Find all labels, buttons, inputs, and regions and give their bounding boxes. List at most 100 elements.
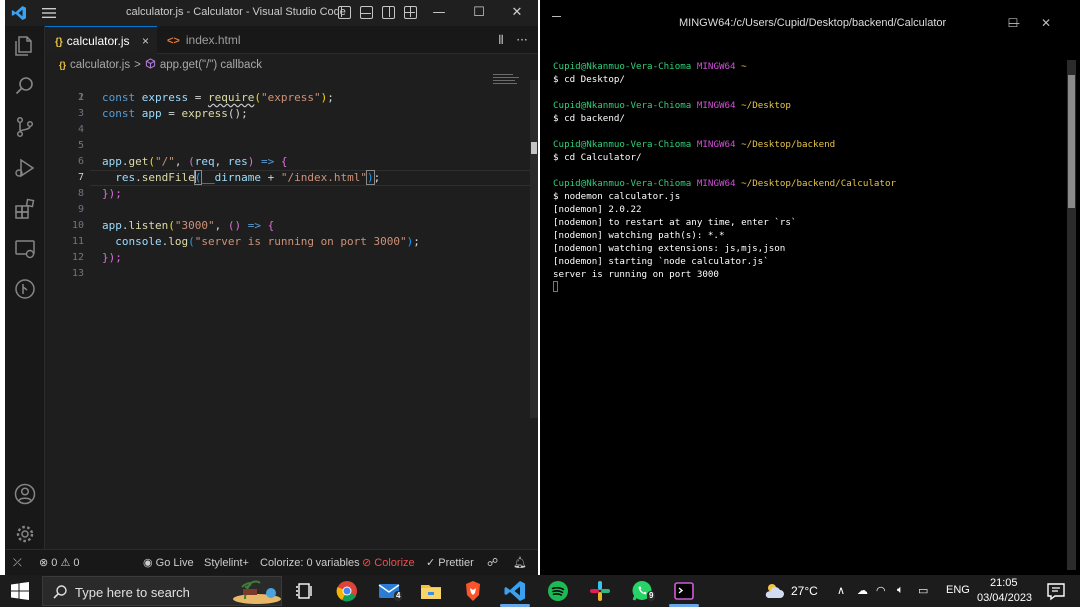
input-line[interactable] (553, 281, 1063, 294)
code-line: 13 (71, 268, 84, 279)
output-line: [nodemon] to restart at any time, enter … (553, 217, 797, 228)
terminal-menu-icon[interactable] (552, 16, 561, 17)
terminal-window[interactable]: MINGW64:/c/Users/Cupid/Desktop/backend/C… (540, 0, 1080, 575)
clock-date[interactable]: 03/04/2023 (977, 592, 1032, 604)
brave-icon[interactable] (461, 579, 485, 603)
terminal-scrollbar-thumb[interactable] (1068, 75, 1075, 208)
tab-close-icon[interactable]: × (142, 27, 149, 55)
code-line: 2 const express = require("express"); (77, 91, 334, 104)
colorize-variables-status[interactable]: Colorize: 0 variables (260, 550, 360, 575)
code-line: 6 app.get("/", (req, res) => { (77, 155, 288, 168)
command-line: $ cd Desktop/ (553, 74, 625, 85)
split-editor-icon[interactable]: ⫴ (494, 33, 508, 47)
terminal-maximize-button[interactable]: ☐ (1003, 13, 1023, 33)
colorize-button[interactable]: ⊘ Colorize (362, 550, 415, 575)
terminal-taskbar-icon[interactable] (672, 579, 696, 603)
file-explorer-icon[interactable] (419, 579, 443, 603)
search-placeholder: Type here to search (75, 585, 190, 600)
hamburger-menu-icon[interactable] (41, 6, 57, 20)
search-highlight-image-icon[interactable] (223, 577, 281, 605)
prettier-status[interactable]: ✓ Prettier (426, 550, 474, 575)
tab-calculator-js[interactable]: {} calculator.js × (45, 26, 157, 54)
git-graph-icon[interactable] (13, 277, 37, 301)
toggle-panel-icon[interactable] (360, 6, 373, 19)
javascript-file-icon: {} (55, 37, 63, 48)
output-line: [nodemon] 2.0.22 (553, 204, 642, 215)
spotify-icon[interactable] (546, 579, 570, 603)
feedback-icon[interactable]: ☍ (487, 550, 498, 575)
notifications-bell-icon[interactable]: 🔔︎ (513, 550, 527, 575)
prompt-line: Cupid@Nkanmuo-Vera-Chioma MINGW64 ~/Desk… (553, 139, 836, 150)
background-toolbar (540, 0, 1080, 12)
weather-cloud-icon[interactable] (762, 579, 786, 603)
no-entry-icon: ⊘ (362, 557, 372, 569)
toggle-secondary-sidebar-icon[interactable] (382, 6, 395, 19)
code-line: 10 app.listen("3000", () => { (71, 219, 275, 232)
clock-time[interactable]: 21:05 (990, 577, 1018, 589)
terminal-titlebar: MINGW64:/c/Users/Cupid/Desktop/backend/C… (540, 0, 1080, 46)
remote-explorer-icon[interactable] (13, 237, 37, 261)
code-line: 4 (77, 124, 84, 135)
customize-layout-icon[interactable] (404, 6, 417, 19)
onedrive-icon[interactable]: ☁ (857, 584, 868, 597)
output-line: [nodemon] watching extensions: js,mjs,js… (553, 243, 786, 254)
code-line: 3 const app = express(); (77, 107, 248, 120)
vscode-titlebar: calculator.js - Calculator - Visual Stud… (5, 0, 538, 26)
code-line: 5 (77, 140, 84, 151)
account-icon[interactable] (13, 482, 37, 506)
tab-index-html[interactable]: <> index.html (157, 26, 257, 54)
minimize-button[interactable]: — (429, 4, 449, 22)
extensions-icon[interactable] (13, 197, 37, 221)
vscode-logo-icon (11, 5, 27, 21)
breadcrumb-file[interactable]: calculator.js (70, 59, 130, 71)
terminal-title: MINGW64:/c/Users/Cupid/Desktop/backend/C… (679, 17, 947, 29)
editor-scrollbar[interactable] (530, 80, 538, 418)
editor-scrollbar-thumb[interactable] (531, 142, 537, 154)
run-debug-icon[interactable] (13, 156, 37, 180)
chrome-icon[interactable] (335, 579, 359, 603)
battery-icon[interactable]: ▭ (918, 584, 928, 597)
source-control-icon[interactable] (13, 115, 37, 139)
output-line: [nodemon] starting `node calculator.js` (553, 256, 769, 267)
input-language[interactable]: ENG (946, 584, 970, 596)
taskbar-search-box[interactable]: Type here to search (42, 576, 282, 606)
toggle-primary-sidebar-icon[interactable] (338, 6, 351, 19)
terminal-output[interactable]: Cupid@Nkanmuo-Vera-Chioma MINGW64 ~ $ cd… (553, 60, 1063, 294)
remote-indicator-icon[interactable]: ⤫ (13, 550, 22, 575)
explorer-icon[interactable] (13, 34, 37, 58)
notification-center-icon[interactable] (1044, 579, 1068, 603)
speaker-volume-icon[interactable]: 🔈︎ (897, 584, 904, 597)
activity-bar (5, 26, 45, 549)
problems-status[interactable]: ⊗ 0 ⚠ 0 (39, 550, 80, 575)
maximize-button[interactable]: ☐ (469, 4, 489, 22)
network-wifi-icon[interactable]: ◠ (876, 584, 886, 597)
code-line: 8}); (77, 187, 122, 200)
go-live-button[interactable]: ◉ Go Live (143, 550, 194, 575)
prompt-line: Cupid@Nkanmuo-Vera-Chioma MINGW64 ~/Desk… (553, 178, 897, 189)
slack-icon[interactable] (588, 579, 612, 603)
more-actions-icon[interactable]: ··· (515, 33, 529, 47)
code-line: 12}); (71, 251, 122, 264)
output-line: [nodemon] watching path(s): *.* (553, 230, 725, 241)
breadcrumb-symbol[interactable]: app.get("/") callback (160, 59, 262, 71)
code-editor[interactable]: 1 2 const express = require("express"); 3… (45, 76, 538, 549)
show-hidden-icons-chevron-icon[interactable]: ∧ (837, 584, 845, 597)
windows-start-icon[interactable] (8, 579, 32, 603)
output-line: server is running on port 3000 (553, 269, 719, 280)
close-button[interactable]: ✕ (507, 4, 527, 22)
terminal-close-button[interactable]: ✕ (1036, 13, 1056, 33)
stylelint-status[interactable]: Stylelint+ (204, 550, 249, 575)
command-line: $ nodemon calculator.js (553, 191, 681, 202)
settings-gear-icon[interactable] (13, 522, 37, 546)
terminal-cursor (553, 281, 558, 292)
breadcrumb-separator: > (134, 59, 141, 71)
vscode-taskbar-icon[interactable] (503, 579, 527, 603)
tab-label: calculator.js (66, 34, 130, 48)
weather-temperature[interactable]: 27°C (791, 584, 818, 598)
task-view-icon[interactable] (293, 579, 317, 603)
search-icon[interactable] (13, 74, 37, 98)
javascript-file-icon: {} (59, 60, 67, 70)
tab-label: index.html (185, 33, 241, 47)
command-line: $ cd Calculator/ (553, 152, 642, 163)
broadcast-icon: ◉ (143, 557, 153, 569)
